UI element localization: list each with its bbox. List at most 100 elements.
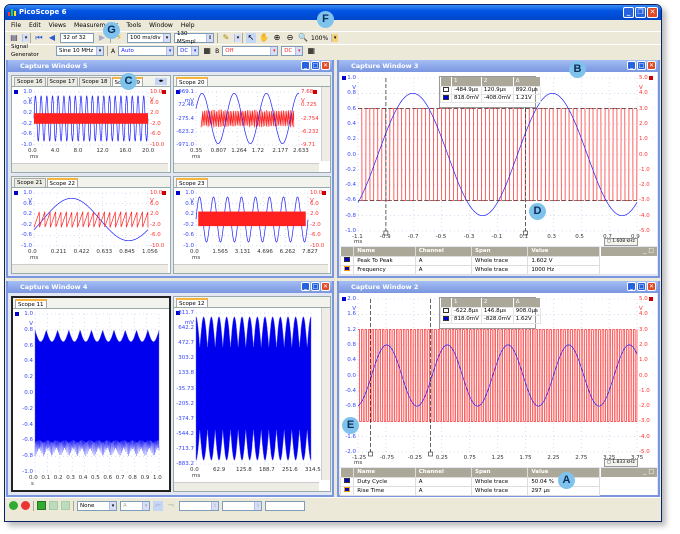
scope-plot[interactable]: 1.0 0.6 0.2 -0.2 -0.6 -1.0 V 10.0 6.0 2.0 -2.0 -6.0… [174,188,328,262]
close-button[interactable]: ✕ [647,7,658,18]
measurement-row[interactable]: Frequency A Whole trace 1000 Hz [339,264,600,275]
ruler-handle-icon[interactable]: ◻ [607,460,611,465]
channel-b-options-icon[interactable]: ▦ [306,46,316,56]
menu-file[interactable]: File [11,20,21,31]
maximize-button[interactable]: □ [311,282,320,291]
first-buffer-icon[interactable]: ⏮ [34,33,44,43]
vertical-scrollbar[interactable] [321,308,330,480]
maximize-button[interactable]: □ [637,282,646,291]
measurement-row[interactable]: Peak To Peak A Whole trace 1.602 V [339,255,600,266]
pointer-tool-icon[interactable]: ↖ [246,33,256,43]
tab-scope-11[interactable]: Scope 11 [15,299,47,308]
edit-measurement-icon[interactable] [61,501,70,510]
measurement-column-header[interactable]: Span [471,247,529,256]
scope-plot[interactable]: 1.0 0.6 0.2 -0.2 -0.6 -1.0 V 10.0 6.0 2.0 -2.0 -6.0… [12,87,168,161]
tab-scope-22[interactable]: Scope 22 [46,178,79,187]
trigger-icon[interactable]: ✎ [221,33,231,43]
maximize-button[interactable]: □ [637,61,646,70]
close-button[interactable]: ✕ [647,282,656,291]
y2-axis-unit: V [639,84,643,91]
scope-plot[interactable]: 1.0 0.8 0.6 0.4 0.2 0.0 -0.2 -0.4 -0.6 -0.8 -1.0 V 0… [13,309,167,488]
hand-tool-icon[interactable]: ✋ [259,33,269,43]
restore-button[interactable]: ❐ [635,7,646,18]
tab-scope-17[interactable]: Scope 17 [46,77,79,86]
measurement-column-header[interactable]: Channel [415,468,473,477]
close-button[interactable]: ✕ [647,61,656,70]
minimize-button[interactable]: _ [627,282,636,291]
zoom-fit-icon[interactable]: 🔍 [298,33,308,43]
horizontal-scrollbar[interactable] [174,264,328,273]
callout-g: G [103,22,120,39]
minimize-button[interactable]: _ [301,61,310,70]
y-tick-label: -0.4 [22,421,33,428]
horizontal-scrollbar[interactable] [12,163,168,172]
x-tick-label: 2.75 [575,455,588,461]
previous-buffer-icon[interactable]: ◀ [47,33,57,43]
channel-b-coupling[interactable]: DC ▾ [281,46,304,56]
scope-plot[interactable]: 1.0 0.6 0.2 -0.2 -0.6 -1.0 V 10.0 6.0 2.0 -2.0 -6.0… [12,188,168,262]
pre-trigger-field[interactable]: ⇕ [222,500,262,511]
zoom-in-icon[interactable]: ⊕ [272,33,282,43]
channel-a-coupling[interactable]: DC ▾ [177,46,200,56]
signal-generator-select[interactable]: Sine 10 MHz ▾ [56,46,104,56]
menu-views[interactable]: Views [49,20,66,31]
channel-a-marker [342,76,346,80]
falling-edge-icon[interactable]: ¬ [166,501,176,511]
maximize-button[interactable]: □ [311,61,320,70]
samples-select[interactable]: 130 MSmpl ⇕ [174,31,214,45]
horizontal-scrollbar[interactable] [174,163,319,172]
trigger-channel-select[interactable]: A ▾ [120,500,150,511]
scope-plot[interactable]: 969.1 72.46 -275.4 -623.2 -971.0 mV 7.68 0.725-… [174,87,319,161]
trigger-level-field[interactable]: ⇕ [179,500,219,511]
trigger-mode-select[interactable]: None ▾ [77,500,117,511]
window-title-bar: Capture Window 3 _ □ ✕ [339,60,658,72]
picoscope-window: PicoScope 6 _ ❐ ✕ File Edit Views Measurem… [4,4,662,522]
channel-b-range[interactable]: Off ▾ [222,46,279,56]
measurements-panel-buttons[interactable]: _ □ [601,247,657,256]
measurement-column-header[interactable]: Span [471,468,529,477]
rising-edge-icon[interactable]: ⌐ [153,500,163,511]
channel-a-swatch [344,487,350,492]
measurement-column-header[interactable]: Value [527,247,600,256]
signal-generator-button[interactable]: Signal Generator [9,44,53,58]
scope-plot[interactable]: 811.7 642.2 472.7 303.2 133.8 -35.73 -205.2 -37… [174,308,321,480]
minimize-button[interactable]: _ [623,7,634,18]
minimize-button[interactable]: _ [627,61,636,70]
measurement-column-header[interactable]: Channel [415,247,473,256]
stop-icon[interactable] [21,501,30,510]
measurement-cell: A [414,264,473,275]
tab-scope-21[interactable]: Scope 21 [14,178,46,187]
ruler-frequency-value: 1.608 kHz [612,239,635,244]
tab-scope-18[interactable]: Scope 18 [79,77,111,86]
menu-edit[interactable]: Edit [29,20,41,31]
measurements-panel-buttons[interactable]: _ □ [601,468,657,477]
measurement-column-header[interactable]: Name [353,247,416,256]
channel-a-range[interactable]: Auto ▾ [118,46,175,56]
close-button[interactable]: ✕ [321,282,330,291]
ruler-value: 818.0mV [451,314,482,324]
measurement-column-header[interactable]: Name [353,468,416,477]
zoom-out-icon[interactable]: ⊖ [285,33,295,43]
timebase-select[interactable]: 100 ms/div ▾ [127,33,171,43]
close-button[interactable]: ✕ [321,61,330,70]
ruler-handle-icon[interactable]: ◻ [607,239,611,244]
vertical-scrollbar[interactable] [321,87,330,161]
menu-tools[interactable]: Tools [126,20,141,31]
tab-scope-16[interactable]: Scope 16 [14,77,46,86]
trigger-delay-field[interactable] [265,500,305,511]
minimize-button[interactable]: _ [301,282,310,291]
channel-a-options-icon[interactable]: ▦ [202,46,212,56]
add-measurement-icon[interactable] [37,501,46,510]
tab-scope-20[interactable]: Scope 20 [176,77,208,86]
delete-measurement-icon[interactable] [49,501,58,510]
start-icon[interactable] [9,501,18,510]
channel-a-trace [195,316,312,461]
tab-scope-23[interactable]: Scope 23 [176,178,208,187]
menu-window[interactable]: Window [149,20,173,31]
scope-view-icon[interactable]: ▤ [9,33,19,43]
tab-scope-12[interactable]: Scope 12 [176,298,208,307]
horizontal-scrollbar[interactable] [174,482,319,491]
tab-scroll-arrows[interactable]: ◂▸ [155,78,167,85]
horizontal-scrollbar[interactable] [12,264,168,273]
buffer-counter[interactable]: 32 of 32 [60,33,94,43]
